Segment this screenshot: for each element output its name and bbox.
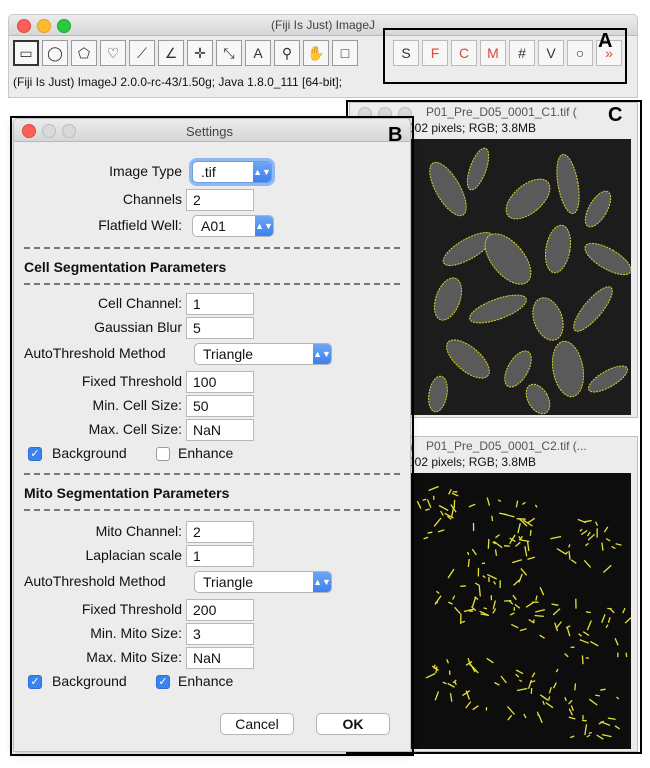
freehand-tool-button[interactable]: ♡ (100, 40, 126, 66)
polygon-icon: ⬠ (77, 44, 91, 61)
hand-icon: ✋ (307, 44, 325, 61)
line-tool-button[interactable]: ⟋ (129, 40, 155, 66)
point-tool-button[interactable]: ✛ (187, 40, 213, 66)
rectangle-tool-button[interactable]: ▭ (13, 40, 39, 66)
close-window-button[interactable] (17, 19, 31, 33)
polygon-tool-button[interactable]: ⬠ (71, 40, 97, 66)
main-window-title: (Fiji Is Just) ImageJ (271, 18, 376, 32)
oval-tool-button[interactable]: ◯ (42, 40, 68, 66)
oval-icon: ◯ (47, 44, 63, 61)
point-icon: ✛ (194, 44, 206, 61)
callout-label-b: B (388, 124, 403, 146)
line-icon: ⟋ (137, 44, 147, 61)
callout-box-a (383, 28, 627, 84)
status-line: (Fiji Is Just) ImageJ 2.0.0-rc-43/1.50g;… (13, 75, 343, 89)
angle-tool-button[interactable]: ∠ (158, 40, 184, 66)
angle-icon: ∠ (164, 44, 178, 61)
wand-tool-button[interactable]: ⤡ (216, 40, 242, 66)
magnifier-tool-button[interactable]: ⚲ (274, 40, 300, 66)
text-tool-button[interactable]: A (245, 40, 271, 66)
color-picker-icon: □ (340, 45, 350, 61)
callout-box-b (10, 116, 414, 756)
minimize-window-button[interactable] (37, 19, 51, 33)
zoom-window-button[interactable] (57, 19, 71, 33)
hand-tool-button[interactable]: ✋ (303, 40, 329, 66)
color-picker-tool-button[interactable]: □ (332, 40, 358, 66)
wand-icon: ⤡ (223, 44, 235, 61)
text-icon: A (253, 45, 263, 61)
callout-label-a: A (598, 30, 613, 52)
freehand-icon: ♡ (106, 44, 120, 61)
rectangle-icon: ▭ (19, 44, 33, 61)
callout-label-c: C (608, 104, 623, 126)
magnifier-icon: ⚲ (281, 44, 293, 61)
